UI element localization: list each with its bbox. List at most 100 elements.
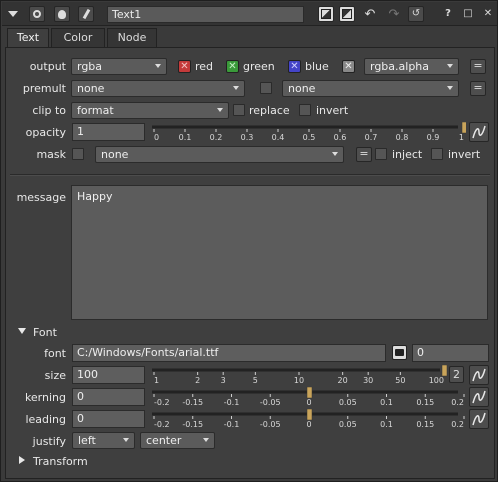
redo-icon[interactable]: ↷ [386, 6, 402, 22]
leading-slider-tick-label: -0.1 [224, 420, 240, 429]
float-window-icon[interactable]: □ [460, 6, 476, 22]
gl-color-icon[interactable] [339, 6, 355, 22]
size-slider-tick-label: 2 [195, 376, 200, 385]
color-swatch-icon[interactable] [318, 6, 334, 22]
size-channels-button[interactable]: 2 [449, 366, 464, 383]
blue-channel-checkbox[interactable]: ✕ [288, 60, 301, 73]
kerning-slider-tick-label: -0.05 [260, 398, 281, 407]
opacity-slider-tick-label: 1 [459, 133, 464, 142]
opacity-animation-icon[interactable] [469, 122, 489, 142]
size-label: size [44, 369, 66, 382]
kerning-slider[interactable]: -0.2 -0.15 -0.1 -0.05 0 0.05 0.1 0.15 0.2 [148, 387, 466, 407]
leading-label: leading [25, 413, 66, 426]
leading-slider-tick-label: -0.05 [260, 420, 281, 429]
tab-color[interactable]: Color [51, 28, 105, 48]
justify-horizontal-dropdown[interactable]: left [72, 432, 135, 449]
blue-label: blue [305, 60, 329, 73]
mask-checkbox[interactable] [72, 148, 84, 160]
opacity-slider-tick-label: 0.8 [396, 133, 409, 142]
kerning-animation-icon[interactable] [469, 387, 489, 407]
opacity-input[interactable]: 1 [72, 123, 145, 141]
collapse-icon[interactable] [6, 6, 20, 22]
undo-icon[interactable]: ↶ [362, 6, 378, 22]
text-tab-content: output rgba ✕ red ✕ green ✕ blue ✕ rgba.… [5, 47, 495, 479]
transform-section-toggle-icon[interactable] [19, 456, 25, 464]
premult-channel-value: none [288, 82, 316, 95]
size-input[interactable]: 100 [72, 366, 145, 384]
clip-to-dropdown[interactable]: format [71, 102, 229, 119]
size-animation-icon[interactable] [469, 365, 489, 385]
leading-slider[interactable]: -0.2 -0.15 -0.1 -0.05 0 0.05 0.1 0.15 0.2 [148, 409, 466, 429]
invert-checkbox[interactable] [299, 104, 311, 116]
bug-icon[interactable] [54, 6, 70, 22]
kerning-slider-handle [306, 387, 313, 399]
message-label: message [16, 191, 66, 204]
premult-value: none [77, 82, 105, 95]
size-slider-tick-label: 1 [154, 376, 159, 385]
kerning-slider-tick-label: 0.05 [339, 398, 357, 407]
premult-channel-dropdown[interactable]: none [282, 80, 459, 97]
opacity-label: opacity [25, 126, 66, 139]
tab-node[interactable]: Node [107, 28, 157, 48]
viewer-center-icon[interactable] [29, 6, 45, 22]
opacity-slider-tick-label: 0.5 [303, 133, 316, 142]
wrench-icon[interactable] [78, 6, 94, 22]
kerning-slider-tick-label: 0.2 [451, 398, 464, 407]
close-icon[interactable]: ✕ [480, 6, 496, 22]
kerning-slider-tick-label: 0.15 [416, 398, 434, 407]
opacity-slider-tick-label: 0 [154, 133, 159, 142]
leading-input[interactable]: 0 [72, 410, 145, 428]
kerning-slider-tick-label: -0.1 [224, 398, 240, 407]
output-label: output [29, 60, 66, 73]
invert-label: invert [316, 104, 349, 117]
font-section-label[interactable]: Font [33, 326, 57, 339]
alpha-channel-checkbox[interactable]: ✕ [342, 60, 355, 73]
clip-to-label: clip to [32, 104, 66, 117]
opacity-slider-tick-label: 0.6 [334, 133, 347, 142]
mask-invert-checkbox[interactable] [431, 148, 443, 160]
leading-slider-tick-label: 0 [306, 420, 311, 429]
leading-slider-tick-label: 0.05 [339, 420, 357, 429]
font-index-input[interactable]: 0 [412, 344, 489, 362]
justify-label: justify [32, 435, 66, 448]
leading-animation-icon[interactable] [469, 409, 489, 429]
kerning-input[interactable]: 0 [72, 388, 145, 406]
font-path-input[interactable]: C:/Windows/Fonts/arial.ttf [72, 344, 386, 362]
mask-dropdown[interactable]: none [95, 146, 344, 163]
mask-link-button[interactable]: = [356, 147, 372, 162]
replace-label: replace [249, 104, 290, 117]
help-icon[interactable]: ? [440, 6, 456, 22]
premult-link-button[interactable]: = [470, 81, 486, 96]
opacity-slider[interactable]: 0 0.1 0.2 0.3 0.4 0.5 0.6 0.7 0.8 0.9 1 [148, 122, 466, 142]
premult-checkbox[interactable] [260, 82, 272, 94]
alpha-channel-value: rgba.alpha [370, 60, 430, 73]
inject-checkbox[interactable] [375, 148, 387, 160]
leading-slider-tick-label: 0.2 [451, 420, 464, 429]
size-slider-tick-label: 10 [294, 376, 304, 385]
revert-icon[interactable]: ↺ [408, 6, 424, 22]
leading-slider-handle [306, 409, 313, 421]
replace-checkbox[interactable] [233, 104, 245, 116]
tab-text[interactable]: Text [7, 28, 49, 49]
size-slider-tick-label: 3 [221, 376, 226, 385]
transform-section-label[interactable]: Transform [33, 455, 88, 468]
font-label: font [44, 347, 66, 360]
kerning-slider-tick-label: 0.1 [380, 398, 393, 407]
node-name-field[interactable]: Text1 [107, 6, 304, 23]
red-label: red [195, 60, 214, 73]
alpha-channel-dropdown[interactable]: rgba.alpha [364, 58, 459, 75]
inject-label: inject [392, 148, 423, 161]
message-textarea[interactable]: Happy [71, 185, 488, 320]
mask-label: mask [36, 148, 66, 161]
output-dropdown[interactable]: rgba [71, 58, 167, 75]
justify-vertical-dropdown[interactable]: center [140, 432, 215, 449]
size-slider[interactable]: 1 2 3 5 10 20 30 50 100 [148, 365, 448, 385]
divider [10, 175, 490, 176]
opacity-slider-tick-label: 0.4 [272, 133, 285, 142]
green-channel-checkbox[interactable]: ✕ [226, 60, 239, 73]
premult-dropdown[interactable]: none [71, 80, 245, 97]
file-browser-icon[interactable] [392, 345, 407, 360]
font-section-toggle-icon[interactable] [18, 328, 26, 334]
output-link-button[interactable]: = [470, 59, 486, 74]
red-channel-checkbox[interactable]: ✕ [178, 60, 191, 73]
